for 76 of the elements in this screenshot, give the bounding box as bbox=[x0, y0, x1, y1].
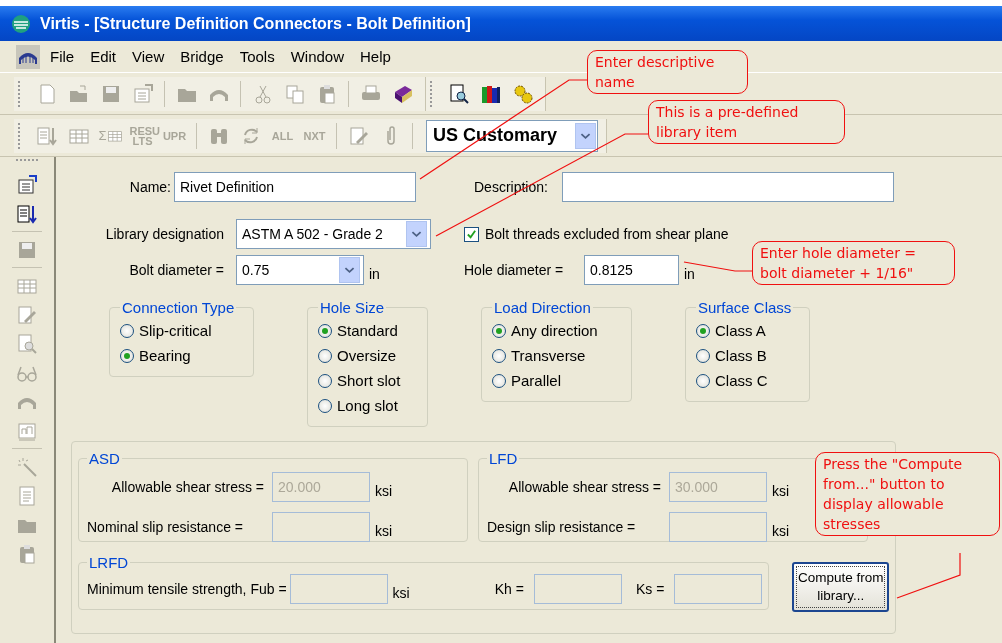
radio-button[interactable] bbox=[318, 348, 332, 363]
radio-option[interactable]: Standard bbox=[318, 318, 419, 343]
app-icon bbox=[10, 12, 32, 35]
library-dropdown[interactable]: ASTM A 502 - Grade 2 bbox=[236, 219, 431, 249]
radio-button[interactable] bbox=[318, 373, 332, 388]
radio-button[interactable] bbox=[492, 373, 506, 388]
radio-option[interactable]: Parallel bbox=[492, 368, 623, 393]
leader-line bbox=[896, 552, 961, 599]
checkbox-option[interactable]: Bolt threads excluded from shear plane bbox=[464, 226, 729, 242]
radio-option[interactable]: Short slot bbox=[318, 368, 419, 393]
bolt-diameter-dropdown[interactable]: 0.75 bbox=[236, 255, 364, 285]
compute-button[interactable]: Compute from library... bbox=[792, 562, 889, 612]
radio-option[interactable]: Any direction bbox=[492, 318, 623, 343]
field-label: Nominal slip resistance = bbox=[87, 519, 244, 535]
menu-item[interactable]: View bbox=[126, 46, 171, 67]
field-label: Name: bbox=[128, 179, 171, 195]
field-label: Allowable shear stress = bbox=[110, 479, 265, 495]
group-title: Load Direction bbox=[493, 299, 592, 316]
magnifier-document-icon[interactable] bbox=[447, 82, 470, 105]
properties-icon[interactable] bbox=[16, 173, 38, 196]
name-field[interactable]: Rivet Definition bbox=[174, 172, 416, 202]
list-down-arrow-icon[interactable] bbox=[16, 202, 38, 225]
checkbox[interactable] bbox=[464, 226, 479, 242]
field-label: Kh = bbox=[494, 581, 524, 597]
window-title: Virtis - [Structure Definition Connectors - Bolt Definition] bbox=[40, 14, 471, 33]
radio-button[interactable] bbox=[318, 323, 332, 338]
hole-diameter-field[interactable]: 0.8125 bbox=[584, 255, 679, 285]
bridge-icon[interactable] bbox=[16, 44, 40, 69]
radio-button[interactable] bbox=[492, 348, 506, 363]
field-label: Design slip resistance = bbox=[487, 519, 637, 535]
callout-note: This is a pre-defined library item bbox=[648, 100, 845, 144]
field-label: Bolt diameter = bbox=[128, 262, 224, 278]
radio-button[interactable] bbox=[492, 323, 506, 338]
unit-label: in bbox=[684, 266, 695, 282]
field-label: Hole diameter = bbox=[464, 262, 565, 278]
menu-item[interactable]: Edit bbox=[84, 46, 123, 67]
group-title: LRFD bbox=[88, 554, 130, 571]
unit-label: ksi bbox=[392, 585, 410, 601]
group-title: Hole Size bbox=[319, 299, 386, 316]
radio-button[interactable] bbox=[696, 323, 710, 338]
description-field[interactable] bbox=[562, 172, 894, 202]
group-title: ASD bbox=[88, 450, 121, 467]
unit-label: ksi bbox=[772, 483, 790, 499]
menu-item[interactable]: Tools bbox=[233, 46, 281, 67]
field-label: Ks = bbox=[635, 581, 665, 597]
radio-button[interactable] bbox=[120, 348, 134, 363]
gears-icon[interactable] bbox=[511, 82, 534, 105]
unit-label: ksi bbox=[772, 523, 790, 539]
unit-label: ksi bbox=[375, 523, 393, 539]
radio-option[interactable]: Bearing bbox=[120, 343, 245, 368]
radio-option[interactable]: Transverse bbox=[492, 343, 623, 368]
radio-option[interactable]: Class C bbox=[696, 368, 801, 393]
group-title: LFD bbox=[488, 450, 519, 467]
radio-option[interactable]: Class A bbox=[696, 318, 801, 343]
radio-option[interactable]: Oversize bbox=[318, 343, 419, 368]
radio-button[interactable] bbox=[696, 373, 710, 388]
unit-label: ksi bbox=[375, 483, 393, 499]
field-label: Library designation bbox=[104, 226, 224, 242]
radio-option[interactable]: Class B bbox=[696, 343, 801, 368]
radio-button[interactable] bbox=[120, 323, 134, 338]
field-label: Allowable shear stress = bbox=[507, 479, 662, 495]
group-title: Connection Type bbox=[121, 299, 236, 316]
unit-label: in bbox=[369, 266, 380, 282]
menu-item[interactable]: Help bbox=[354, 46, 397, 67]
menu-item[interactable]: File bbox=[44, 46, 81, 67]
radio-option[interactable]: Slip-critical bbox=[120, 318, 245, 343]
group-title: Surface Class bbox=[697, 299, 793, 316]
field-label: Minimum tensile strength, Fub = bbox=[87, 581, 287, 597]
radio-option[interactable]: Long slot bbox=[318, 393, 419, 418]
callout-note: Press the "Compute from..." button to display allowable stresses bbox=[815, 452, 1000, 536]
menu-item[interactable]: Window bbox=[284, 46, 351, 67]
callout-note: Enter hole diameter = bolt diameter + 1/16" bbox=[752, 241, 955, 285]
callout-note: Enter descriptive name bbox=[587, 50, 748, 94]
radio-button[interactable] bbox=[318, 398, 332, 413]
menu-item[interactable]: Bridge bbox=[174, 46, 230, 67]
radio-button[interactable] bbox=[696, 348, 710, 363]
